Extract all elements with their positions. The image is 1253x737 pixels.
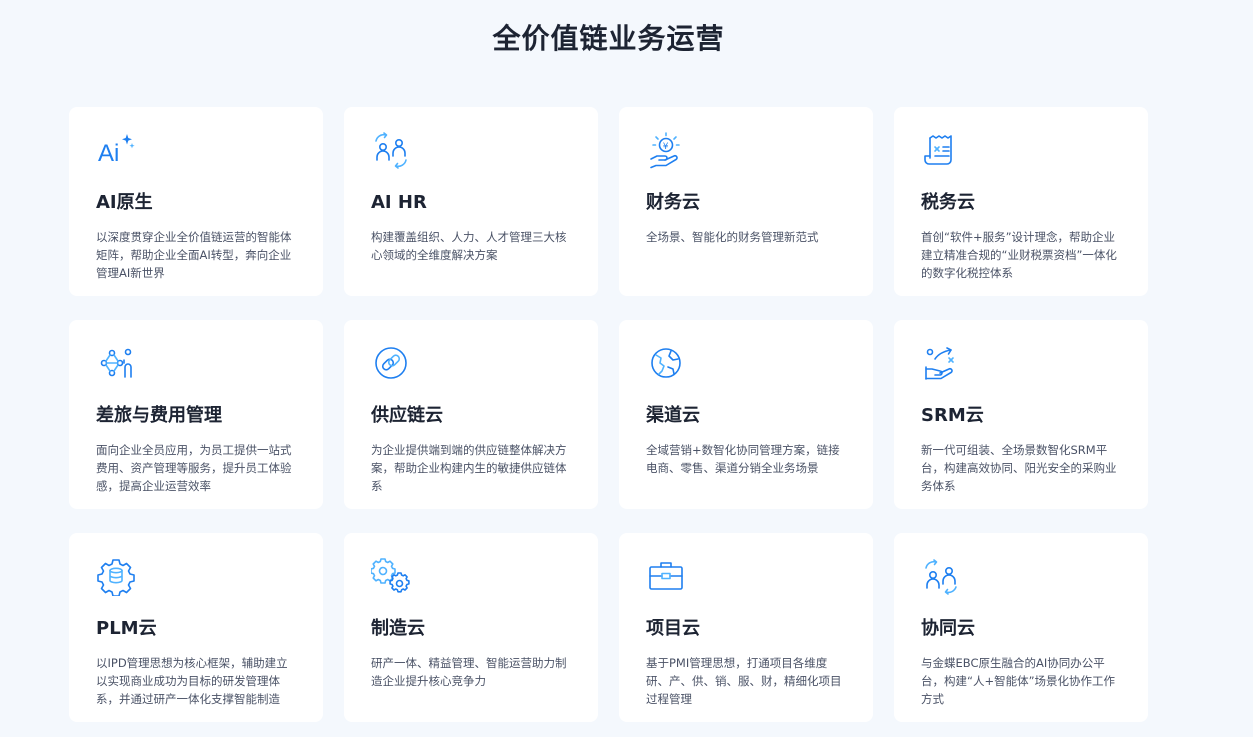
card-description: 以IPD管理思想为核心框架，辅助建立以实现商业成功为目标的研发管理体系，并通过研… [96,656,288,706]
card-description: 与金蝶EBC原生融合的AI协同办公平台，构建“人+智能体”场景化协作工作方式 [921,656,1116,706]
svg-text:¥: ¥ [663,142,669,152]
briefcase-icon [646,556,686,596]
collaboration-icon [921,556,961,596]
card-description: 新一代可组装、全场景数智化SRM平台，构建高效协同、阳光安全的采购业务体系 [921,443,1117,493]
card-title: 协同云 [921,618,975,639]
card-title: 供应链云 [371,405,443,426]
card-title: 财务云 [646,192,700,213]
product-grid: Ai AI原生 以深度贯穿企业全价值链运营的智能体矩阵，帮助企业全面AI转型，奔… [69,107,1148,722]
svg-text:Ai: Ai [98,140,119,167]
card-description: 以深度贯穿企业全价值链运营的智能体矩阵，帮助企业全面AI转型，奔向企业管理AI新… [96,230,292,280]
card-title: AI原生 [96,192,153,213]
card-description: 研产一体、精益管理、智能运营助力制造企业提升核心竞争力 [371,656,567,688]
card-description: 全域营销+数智化协同管理方案，链接电商、零售、渠道分销全业务场景 [646,443,840,475]
card-description: 面向企业全员应用，为员工提供一站式费用、资产管理等服务，提升员工体验感，提高企业… [96,443,292,493]
tax-receipt-icon [921,130,961,170]
card-srm-cloud[interactable]: SRM云 新一代可组装、全场景数智化SRM平台，构建高效协同、阳光安全的采购业务… [894,320,1148,509]
card-travel-expense[interactable]: 差旅与费用管理 面向企业全员应用，为员工提供一站式费用、资产管理等服务，提升员工… [69,320,323,509]
card-title: 制造云 [371,618,425,639]
card-description: 首创“软件+服务”设计理念，帮助企业建立精准合规的“业财税票资档”一体化的数字化… [921,230,1117,280]
database-gear-icon [96,556,136,596]
card-title: 项目云 [646,618,700,639]
gears-icon [371,556,411,596]
people-exchange-icon [371,130,411,170]
card-project-cloud[interactable]: 项目云 基于PMI管理思想，打通项目各维度研、产、供、销、服、财，精细化项目过程… [619,533,873,722]
card-ai-native[interactable]: Ai AI原生 以深度贯穿企业全价值链运营的智能体矩阵，帮助企业全面AI转型，奔… [69,107,323,296]
coin-hand-icon: ¥ [646,130,686,170]
card-channel-cloud[interactable]: 渠道云 全域营销+数智化协同管理方案，链接电商、零售、渠道分销全业务场景 [619,320,873,509]
ai-sparkle-icon: Ai [96,130,136,170]
chain-link-icon [371,343,411,383]
strategy-hand-icon [921,343,961,383]
card-description: 全场景、智能化的财务管理新范式 [646,230,819,244]
card-collaboration-cloud[interactable]: 协同云 与金蝶EBC原生融合的AI协同办公平台，构建“人+智能体”场景化协作工作… [894,533,1148,722]
card-tax-cloud[interactable]: 税务云 首创“软件+服务”设计理念，帮助企业建立精准合规的“业财税票资档”一体化… [894,107,1148,296]
card-title: 差旅与费用管理 [96,405,222,426]
card-title: SRM云 [921,405,984,426]
card-description: 构建覆盖组织、人力、人才管理三大核心领域的全维度解决方案 [371,230,567,262]
globe-icon [646,343,686,383]
card-ai-hr[interactable]: AI HR 构建覆盖组织、人力、人才管理三大核心领域的全维度解决方案 [344,107,598,296]
travel-network-icon [96,343,136,383]
card-description: 为企业提供端到端的供应链整体解决方案，帮助企业构建内生的敏捷供应链体系 [371,443,567,493]
card-title: AI HR [371,192,427,213]
card-supply-chain[interactable]: 供应链云 为企业提供端到端的供应链整体解决方案，帮助企业构建内生的敏捷供应链体系 [344,320,598,509]
card-manufacturing-cloud[interactable]: 制造云 研产一体、精益管理、智能运营助力制造企业提升核心竞争力 [344,533,598,722]
card-title: PLM云 [96,618,157,639]
card-title: 税务云 [921,192,975,213]
card-plm-cloud[interactable]: PLM云 以IPD管理思想为核心框架，辅助建立以实现商业成功为目标的研发管理体系… [69,533,323,722]
card-description: 基于PMI管理思想，打通项目各维度研、产、供、销、服、财，精细化项目过程管理 [646,656,842,706]
page-title: 全价值链业务运营 [492,22,725,55]
card-title: 渠道云 [646,405,700,426]
card-finance-cloud[interactable]: ¥ 财务云 全场景、智能化的财务管理新范式 [619,107,873,296]
